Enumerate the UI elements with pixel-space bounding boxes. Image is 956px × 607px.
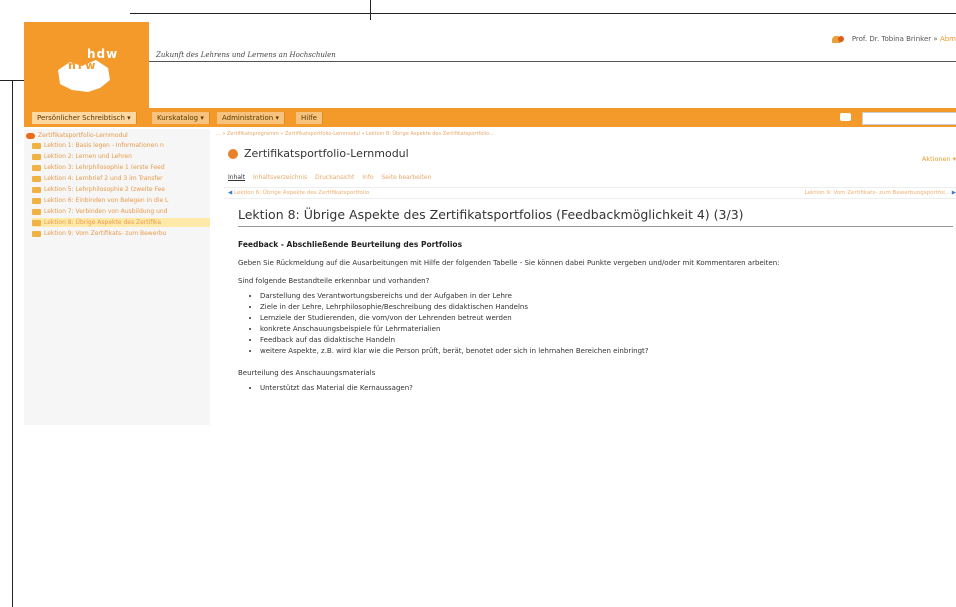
- sidebar-item-label: Lektion 1: Basis legen - Informationen n: [44, 142, 164, 149]
- sidebar-item-label: Lektion 4: Lernbrief 2 und 3 im Transfer: [44, 175, 163, 182]
- sidebar-item-label: Lektion 2: Lernen und Lehren: [44, 153, 132, 160]
- frame-line-top: [130, 13, 956, 14]
- chevron-down-icon: ▾: [127, 114, 131, 122]
- sidebar-item-lesson-2[interactable]: Lektion 2: Lernen und Lehren: [32, 152, 210, 161]
- feedback-heading: Feedback - Abschließende Beurteilung des…: [238, 240, 463, 249]
- folder-icon: [32, 142, 41, 149]
- sidebar-tree: Zertifikatsportfolio-Lernmodul Lektion 1…: [24, 129, 210, 425]
- folder-icon: [32, 164, 41, 171]
- tab-print-view[interactable]: Druckansicht: [315, 174, 354, 181]
- sidebar-item-label: Lektion 8: Übrige Aspekte des Zertifika: [44, 219, 162, 226]
- page-title: Zertifikatsportfolio-Lernmodul: [228, 147, 409, 160]
- folder-icon: [32, 175, 41, 182]
- lesson-title: Lektion 8: Übrige Aspekte des Zertifikat…: [238, 207, 953, 227]
- folder-icon: [32, 219, 41, 226]
- arrow-right-icon: ▶: [951, 190, 956, 196]
- chevron-down-icon: ▾: [275, 114, 279, 122]
- screenshot-sheet: hdw nrw Zukunft des Lehrens und Lernens …: [24, 22, 956, 425]
- hdw-nrw-logo[interactable]: hdw nrw: [24, 22, 149, 114]
- intro-paragraph: Geben Sie Rückmeldung auf die Ausarbeitu…: [238, 259, 780, 267]
- menu-personal-desk[interactable]: Persönlicher Schreibtisch ▾: [32, 112, 137, 124]
- folder-icon: [32, 208, 41, 215]
- previous-page-label: Lektion 6: Übrige Aspekte des Zertifikat…: [233, 190, 370, 196]
- actions-dropdown[interactable]: Aktionen ▾: [922, 155, 956, 163]
- list-item: Feedback auf das didaktische Handeln: [260, 335, 953, 346]
- site-tagline: Zukunft des Lehrens und Lernens an Hochs…: [156, 51, 336, 59]
- chat-icon[interactable]: [840, 113, 851, 121]
- sidebar-item-label: Zertifikatsportfolio-Lernmodul: [38, 132, 128, 139]
- menu-help[interactable]: Hilfe: [296, 112, 323, 124]
- tab-edit-page[interactable]: Seite bearbeiten: [382, 174, 432, 181]
- folder-icon: [32, 197, 41, 204]
- logo-text-nrw: nrw: [68, 59, 98, 72]
- search-input[interactable]: [862, 112, 956, 125]
- folder-icon: [32, 230, 41, 237]
- sidebar-item-lesson-4[interactable]: Lektion 4: Lernbrief 2 und 3 im Transfer: [32, 174, 210, 183]
- folder-icon: [32, 186, 41, 193]
- page-title-text: Zertifikatsportfolio-Lernmodul: [244, 147, 409, 160]
- sidebar-item-lesson-1[interactable]: Lektion 1: Basis legen - Informationen n: [32, 141, 210, 150]
- sidebar-item-label: Lektion 6: Einbinden von Belegen in die …: [44, 197, 169, 204]
- learning-module-icon: [228, 149, 238, 159]
- sidebar-item-label: Lektion 7: Verbinden von Ausbildung und: [44, 208, 168, 215]
- menu-label: Hilfe: [301, 114, 317, 122]
- content-tabs: Inhalt Inhaltsverzeichnis Druckansicht I…: [228, 174, 437, 181]
- menu-label: Persönlicher Schreibtisch: [37, 114, 125, 122]
- main-menu-bar: Persönlicher Schreibtisch ▾ Kurskatalog …: [24, 108, 956, 127]
- sidebar-item-lesson-8[interactable]: Lektion 8: Übrige Aspekte des Zertifika: [32, 218, 210, 227]
- list-item: Lernziele der Studierenden, die vom/von …: [260, 313, 953, 324]
- question-paragraph: Sind folgende Bestandteile erkennbar und…: [238, 277, 430, 285]
- logout-link[interactable]: Abm: [940, 35, 956, 43]
- frame-line-left: [12, 80, 13, 607]
- menu-label: Kurskatalog: [157, 114, 199, 122]
- sidebar-item-label: Lektion 3: Lehrphilosophie 1 (erste Feed: [44, 164, 165, 171]
- sidebar-item-root[interactable]: Zertifikatsportfolio-Lernmodul: [26, 131, 204, 140]
- next-page-link[interactable]: Lektion 9: Vom Zertifikats- zum Bewerbun…: [805, 188, 956, 198]
- user-area: Prof. Dr. Tobina Brinker » Abm: [831, 35, 956, 43]
- list-item: konkrete Anschauungsbeispiele für Lehrma…: [260, 324, 953, 335]
- list-item: Darstellung des Verantwortungsbereichs u…: [260, 291, 953, 302]
- header-divider: [149, 61, 956, 62]
- breadcrumb[interactable]: ... » Zertifikatsprogramm » Zertifikatsp…: [216, 131, 494, 137]
- sidebar-item-lesson-9[interactable]: Lektion 9: Vom Zertifikats- zum Bewerbu: [32, 229, 210, 238]
- folder-icon: [32, 153, 41, 160]
- tab-info[interactable]: Info: [362, 174, 373, 181]
- sidebar-item-label: Lektion 9: Vom Zertifikats- zum Bewerbu: [44, 230, 167, 237]
- list-item: Unterstützt das Material die Kernaussage…: [260, 383, 953, 394]
- criteria-list: Darstellung des Verantwortungsbereichs u…: [238, 291, 953, 357]
- page-navigation: ◀ Lektion 6: Übrige Aspekte des Zertifik…: [224, 187, 956, 199]
- sidebar-item-lesson-3[interactable]: Lektion 3: Lehrphilosophie 1 (erste Feed: [32, 163, 210, 172]
- tab-content[interactable]: Inhalt: [228, 174, 245, 181]
- menu-administration[interactable]: Administration ▾: [217, 112, 285, 124]
- section-heading-material: Beurteilung des Anschauungsmaterials: [238, 369, 376, 377]
- previous-page-link[interactable]: ◀ Lektion 6: Übrige Aspekte des Zertifik…: [228, 188, 369, 198]
- list-item: Ziele in der Lehre, Lehrphilosophie/Besc…: [260, 302, 953, 313]
- arrow-left-icon: ◀: [228, 190, 233, 196]
- user-separator: »: [933, 35, 938, 43]
- sidebar-item-label: Lektion 5: Lehrphilosophie 2 (zweite Fee: [44, 186, 165, 193]
- next-page-label: Lektion 9: Vom Zertifikats- zum Bewerbun…: [804, 190, 951, 196]
- sidebar-item-lesson-6[interactable]: Lektion 6: Einbinden von Belegen in die …: [32, 196, 210, 205]
- notification-badge: [837, 36, 844, 42]
- lesson-content: Lektion 8: Übrige Aspekte des Zertifikat…: [238, 207, 953, 394]
- list-item: weitere Aspekte, z.B. wird klar wie die …: [260, 346, 953, 357]
- chevron-down-icon: ▾: [200, 114, 204, 122]
- main-content: ... » Zertifikatsprogramm » Zertifikatsp…: [216, 129, 956, 425]
- learning-module-icon: [26, 132, 35, 139]
- menu-label: Administration: [222, 114, 274, 122]
- user-name[interactable]: Prof. Dr. Tobina Brinker: [852, 35, 931, 43]
- frame-line-crop-mark: [370, 0, 371, 20]
- material-criteria-list: Unterstützt das Material die Kernaussage…: [238, 383, 953, 394]
- menu-course-catalog[interactable]: Kurskatalog ▾: [152, 112, 210, 124]
- sidebar-item-lesson-7[interactable]: Lektion 7: Verbinden von Ausbildung und: [32, 207, 210, 216]
- sidebar-item-lesson-5[interactable]: Lektion 5: Lehrphilosophie 2 (zweite Fee: [32, 185, 210, 194]
- tab-table-of-contents[interactable]: Inhaltsverzeichnis: [253, 174, 307, 181]
